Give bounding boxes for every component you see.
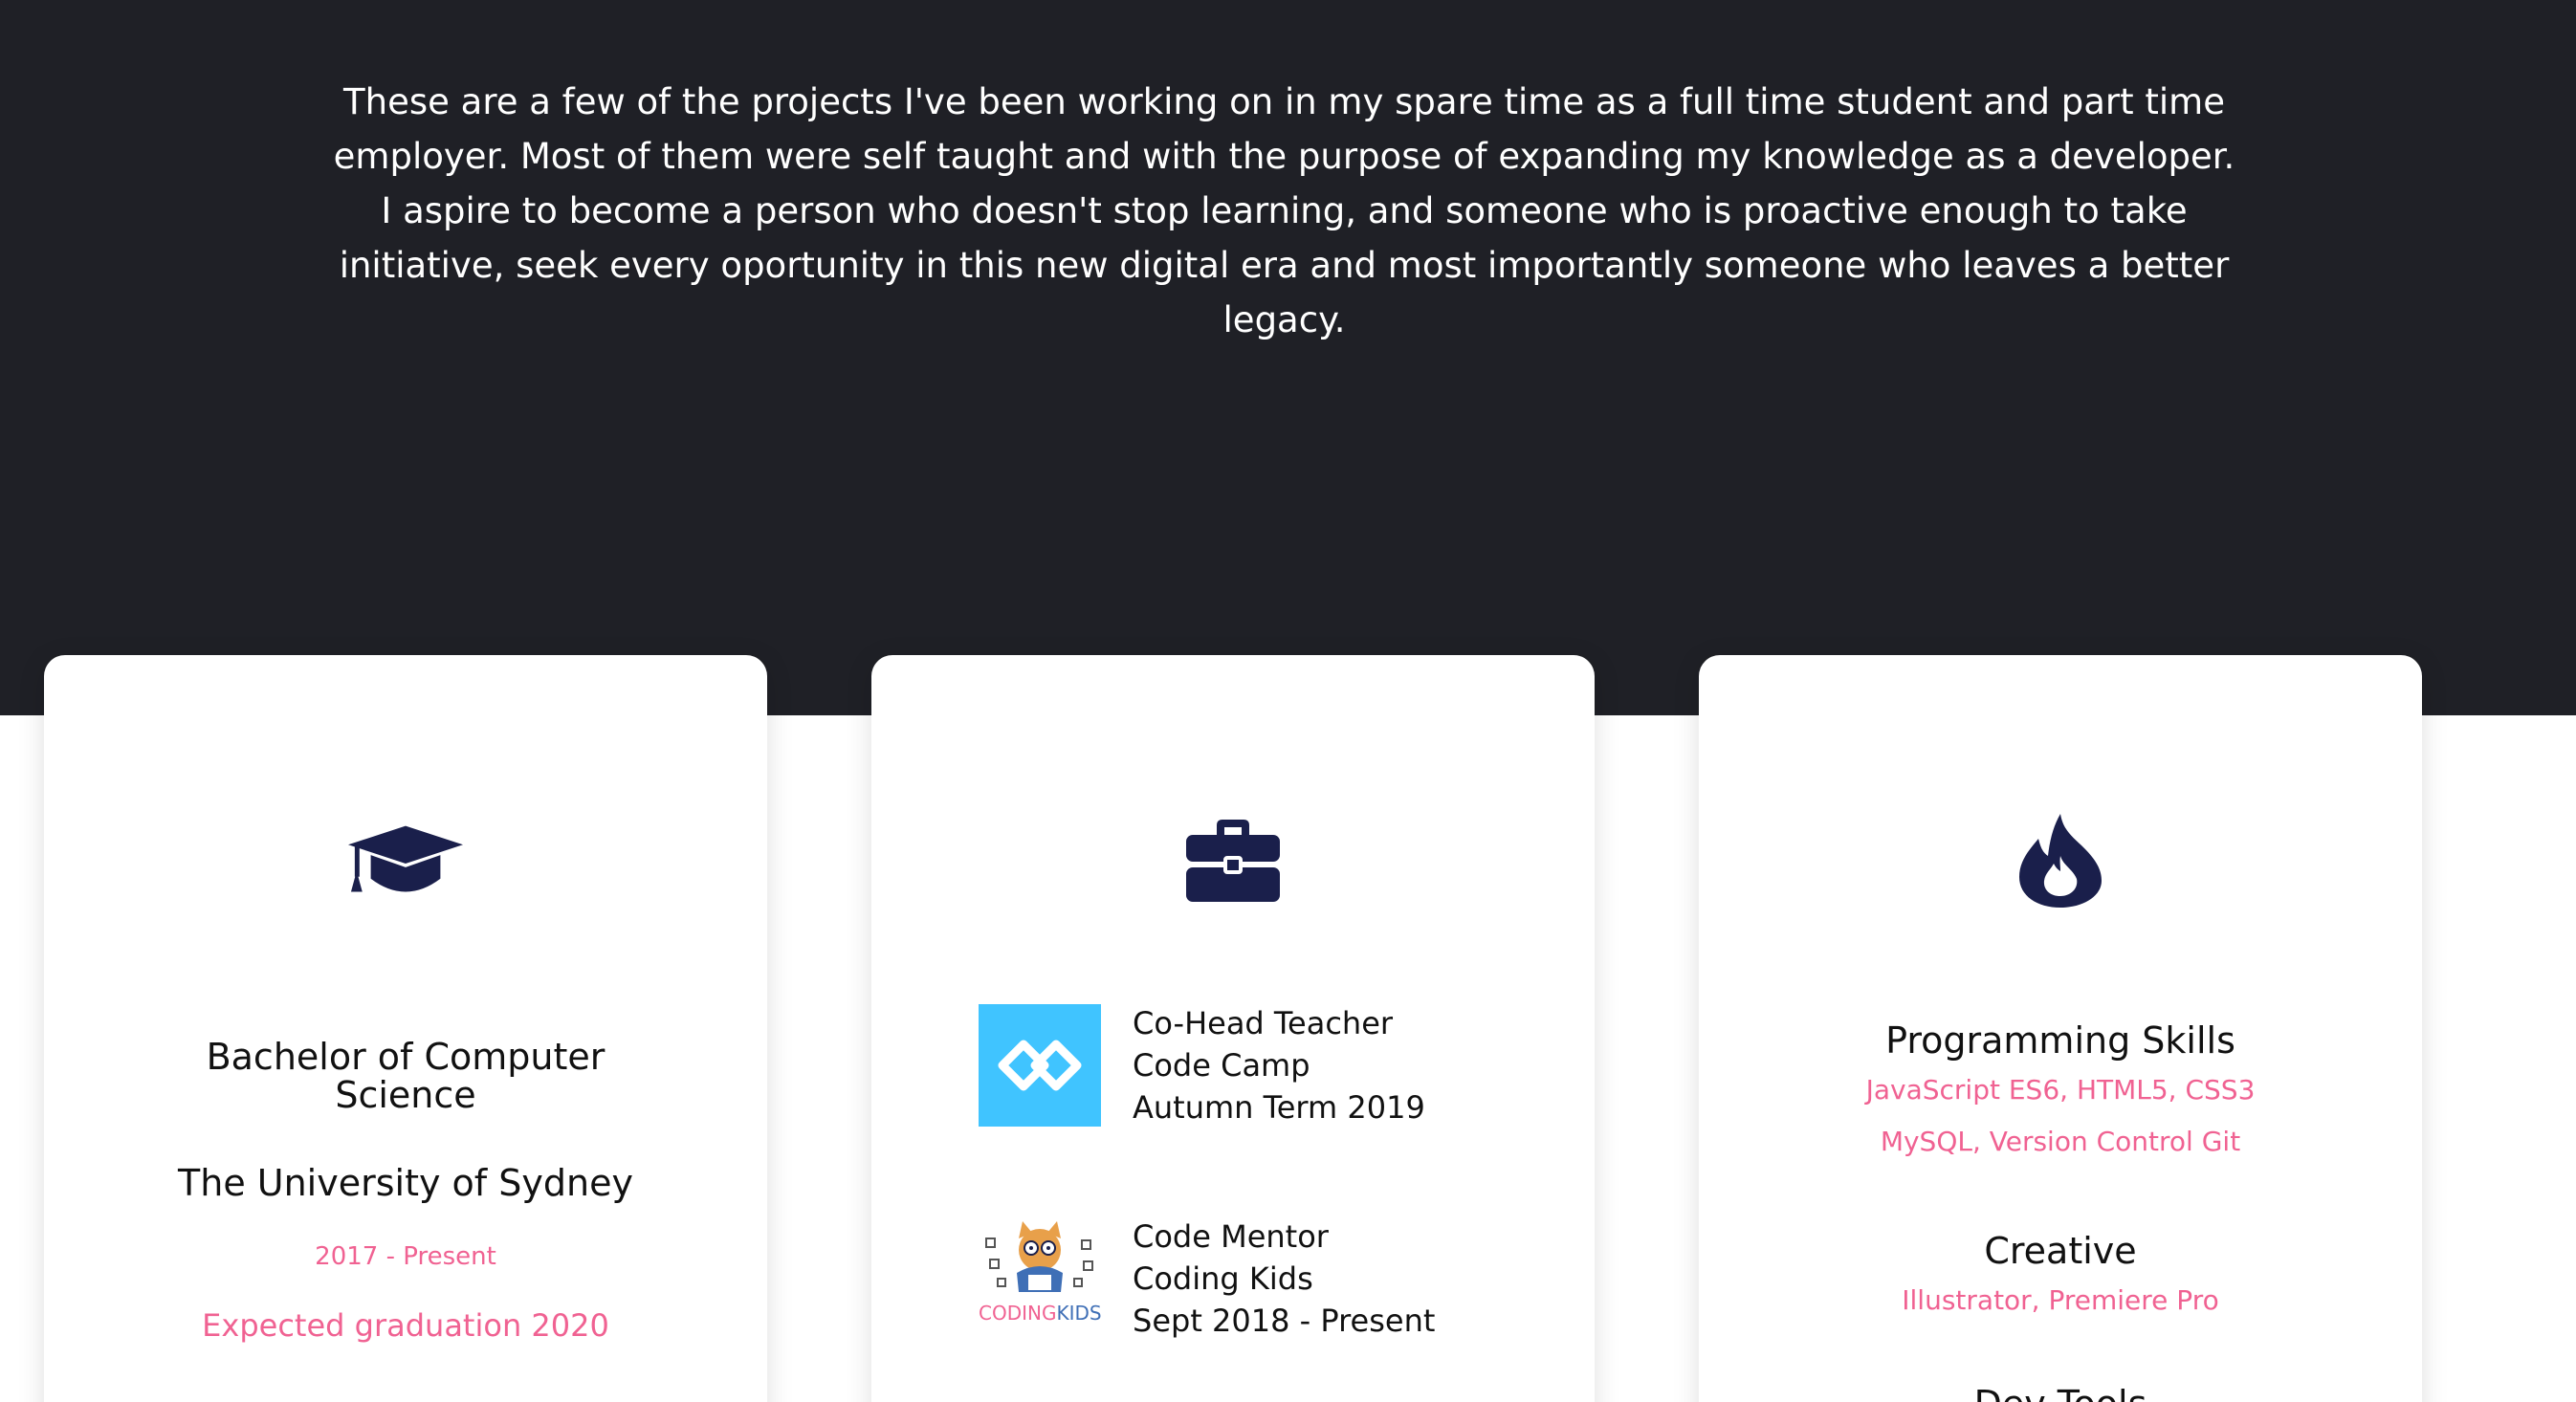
job-details: Code Mentor Coding Kids Sept 2018 - Pres… xyxy=(1133,1216,1435,1342)
study-period: 2017 - Present xyxy=(315,1242,496,1271)
intro-line: initiative, seek every oportunity in thi… xyxy=(339,245,2230,286)
skills-card: Programming Skills JavaScript ES6, HTML5… xyxy=(1699,655,2422,1402)
skill-detail: MySQL, Version Control Git xyxy=(1880,1126,2241,1157)
skill-detail: Illustrator, Premiere Pro xyxy=(1902,1284,2219,1316)
job-details: Co-Head Teacher Code Camp Autumn Term 20… xyxy=(1133,1002,1425,1128)
intro-line: employer. Most of them were self taught … xyxy=(333,136,2235,177)
degree-title-line: Bachelor of Computer xyxy=(206,1036,605,1078)
intro-line: legacy. xyxy=(1222,299,1346,340)
job-period: Autumn Term 2019 xyxy=(1133,1089,1425,1126)
skill-group-programming: Programming Skills JavaScript ES6, HTML5… xyxy=(1728,1017,2393,1168)
skill-group-dev-tools: Dev Tools xyxy=(1728,1380,2393,1402)
coding-kids-logo-text-part: CODING xyxy=(979,1302,1057,1325)
skill-group-title: Programming Skills xyxy=(1885,1019,2235,1062)
intro-line: These are a few of the projects I've bee… xyxy=(343,81,2225,122)
job-entry: CODINGKIDS Code Mentor Coding Kids Sept … xyxy=(979,1217,1552,1342)
skill-group-creative: Creative Illustrator, Premiere Pro xyxy=(1728,1227,2393,1326)
job-company: Coding Kids xyxy=(1133,1260,1313,1297)
skill-group-title: Dev Tools xyxy=(1728,1380,2393,1402)
coding-kids-logo-text-part: KIDS xyxy=(1056,1302,1102,1325)
briefcase-icon xyxy=(1176,803,1290,918)
intro-text: These are a few of the projects I've bee… xyxy=(316,75,2253,347)
job-entry: Co-Head Teacher Code Camp Autumn Term 20… xyxy=(979,1004,1552,1128)
degree-title: Bachelor of Computer Science xyxy=(101,1038,710,1114)
education-card: Bachelor of Computer Science The Univers… xyxy=(44,655,767,1402)
job-company: Code Camp xyxy=(1133,1047,1310,1084)
intro-line: I aspire to become a person who doesn't … xyxy=(381,190,2188,231)
skill-group-title: Creative xyxy=(1984,1230,2137,1272)
graduation-cap-icon xyxy=(348,803,463,918)
expected-graduation: Expected graduation 2020 xyxy=(202,1307,609,1344)
page: These are a few of the projects I've bee… xyxy=(0,0,2576,1402)
code-camp-logo xyxy=(979,1004,1101,1127)
job-period: Sept 2018 - Present xyxy=(1133,1303,1436,1339)
hero-section: These are a few of the projects I've bee… xyxy=(0,0,2576,715)
job-role: Co-Head Teacher xyxy=(1133,1005,1394,1041)
job-role: Code Mentor xyxy=(1133,1218,1329,1255)
flame-icon xyxy=(2003,803,2118,918)
university-name: The University of Sydney xyxy=(178,1162,633,1204)
coding-kids-logo-text: CODINGKIDS xyxy=(979,1302,1102,1325)
degree-title-line: Science xyxy=(335,1074,476,1116)
skill-detail: JavaScript ES6, HTML5, CSS3 xyxy=(1865,1074,2256,1106)
experience-card: Co-Head Teacher Code Camp Autumn Term 20… xyxy=(871,655,1595,1402)
coding-kids-logo: CODINGKIDS xyxy=(979,1217,1102,1340)
